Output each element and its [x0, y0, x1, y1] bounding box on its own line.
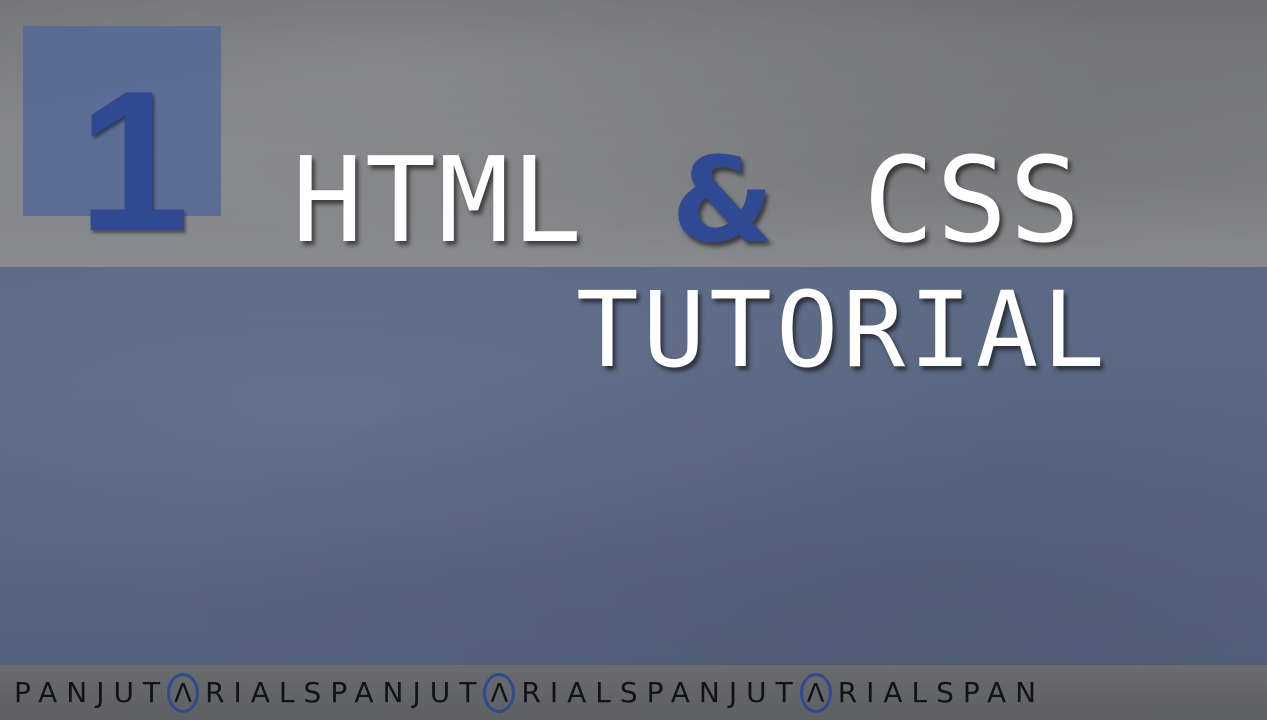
brand-watermark: PANJUT Λ RIALS PANJUT Λ RIALS PANJUT Λ R…	[14, 672, 1046, 713]
brand-segment-1-post: RIALS	[205, 676, 331, 709]
footer-brand-strip: PANJUT Λ RIALS PANJUT Λ RIALS PANJUT Λ R…	[0, 665, 1267, 720]
brand-ring-icon: Λ	[799, 672, 832, 713]
brand-ring-icon: Λ	[167, 672, 200, 713]
title-line-1: HTML & CSS	[292, 140, 1082, 260]
brand-segment-3-pre: PANJUT	[646, 676, 802, 709]
brand-segment-2-pre: PANJUT	[330, 676, 486, 709]
title-line-2: TUTORIAL	[576, 269, 1109, 391]
episode-number: 1	[78, 50, 189, 273]
title-css: CSS	[863, 131, 1083, 269]
title-html: HTML	[292, 131, 585, 269]
brand-ring-icon: Λ	[483, 672, 516, 713]
title-ampersand: &	[671, 131, 777, 269]
brand-segment-2-post: RIALS	[521, 676, 647, 709]
brand-segment-3-post: RIALSPAN	[837, 676, 1046, 709]
brand-segment-1-pre: PANJUT	[14, 676, 170, 709]
